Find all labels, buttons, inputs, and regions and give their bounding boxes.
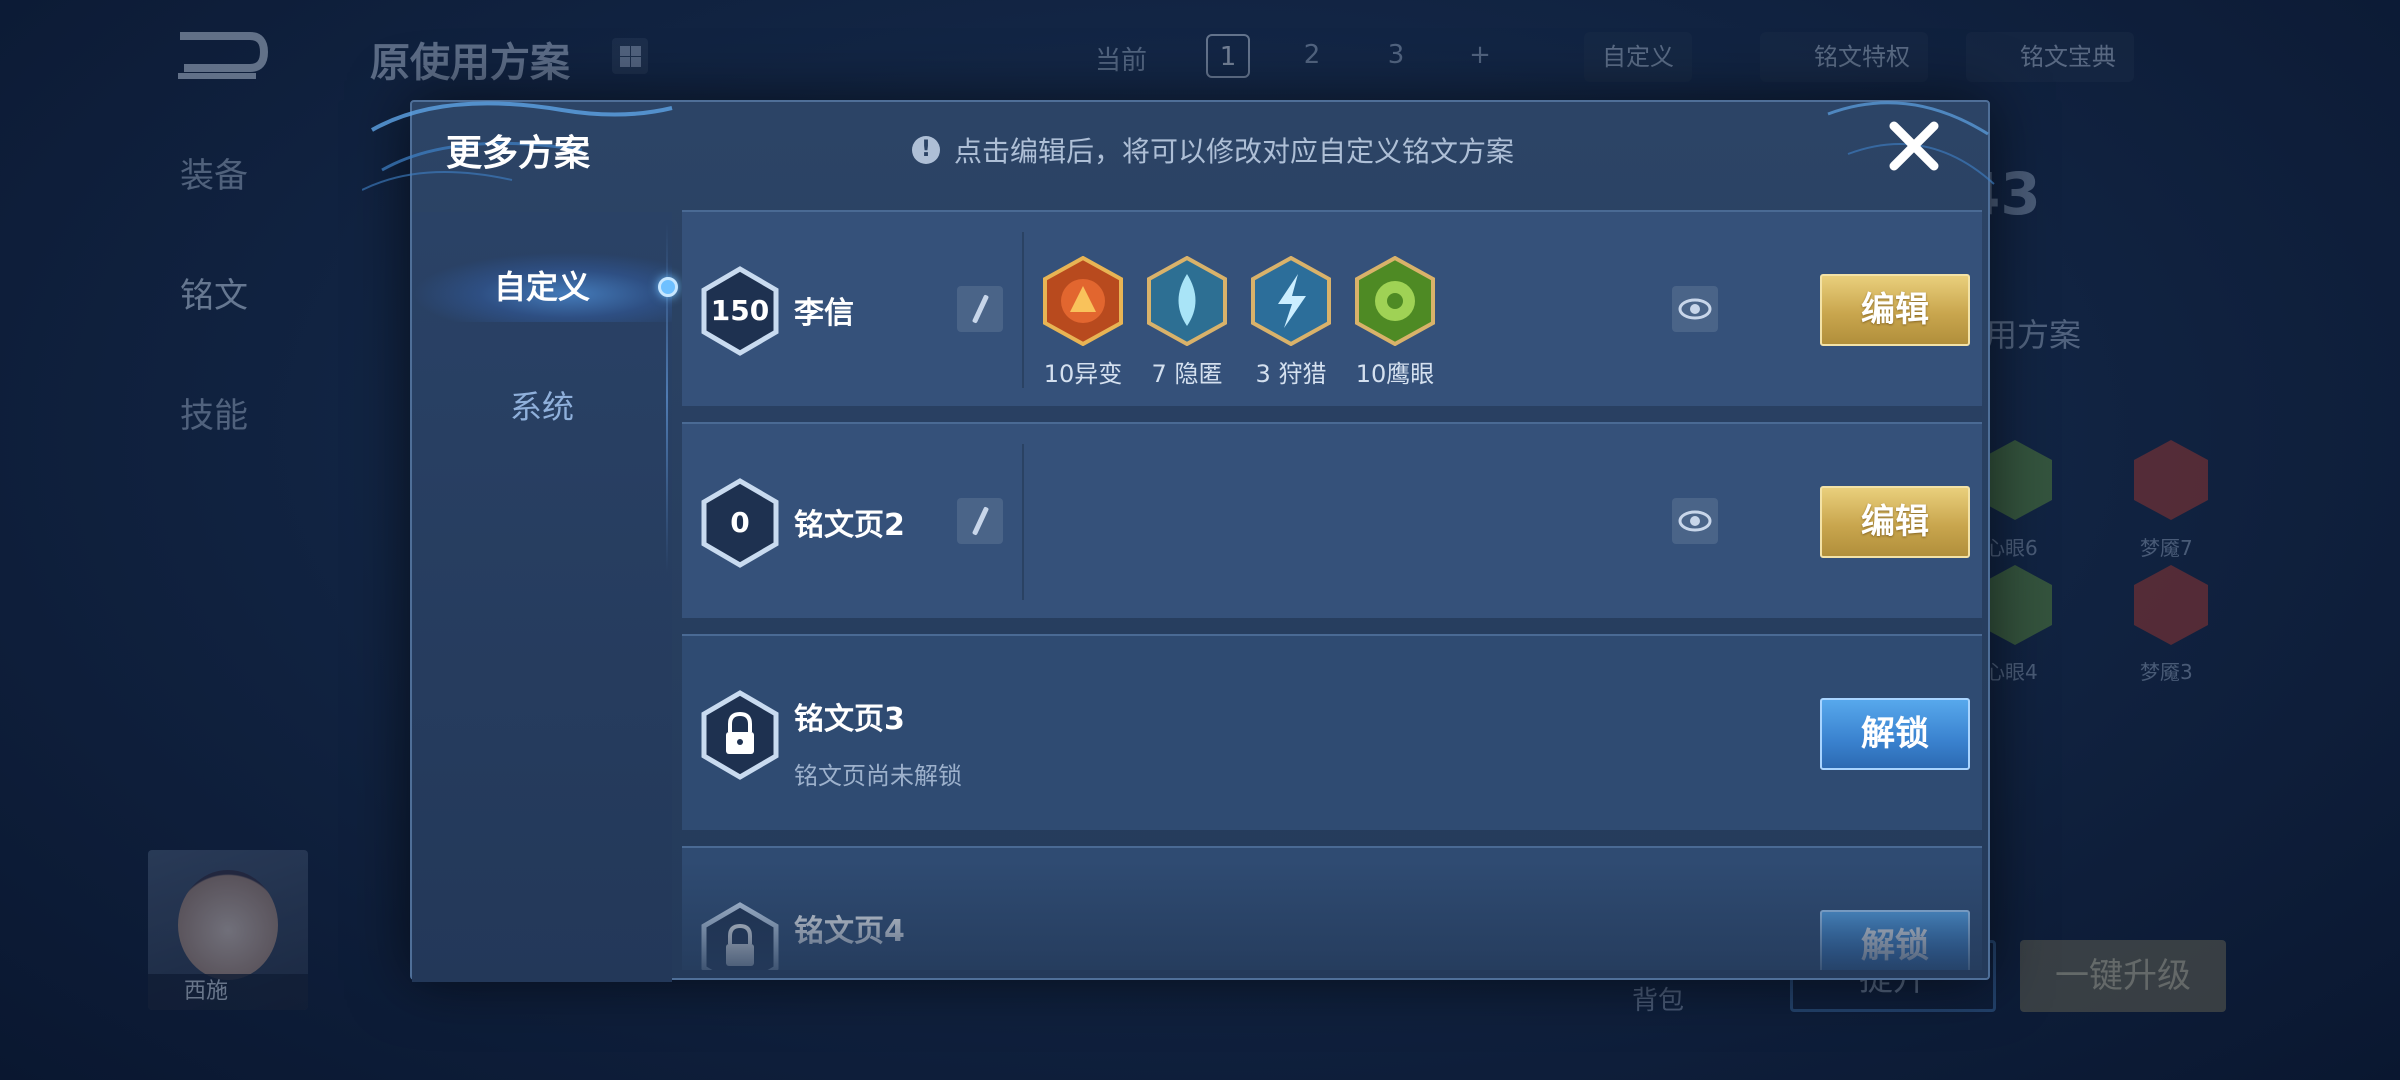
close-button[interactable]: [1884, 116, 1944, 176]
rune-level-badge: 150: [700, 266, 780, 356]
gem-label: 梦魇3: [2140, 660, 2193, 684]
tab-system[interactable]: 系统: [412, 372, 672, 442]
handbook-button[interactable]: 铭文宝典: [1966, 32, 2134, 82]
close-icon: [1889, 121, 1939, 171]
lock-icon: [701, 690, 779, 780]
hero-portrait: [178, 870, 278, 980]
gem-label: 梦魇7: [2140, 536, 2193, 560]
rune-label: 10鹰眼: [1355, 360, 1435, 388]
privilege-button[interactable]: 铭文特权: [1760, 32, 1928, 82]
rune-slot: 7 隐匿: [1142, 255, 1232, 389]
tab-divider: [666, 222, 668, 572]
side-item-equipment[interactable]: 装备: [180, 148, 248, 197]
rune-slot: 10鹰眼: [1350, 255, 1440, 389]
preview-eye-icon[interactable]: [1672, 498, 1718, 544]
lock-icon: [701, 902, 779, 970]
tab-custom[interactable]: 自定义: [412, 252, 672, 322]
hint-text: 点击编辑后，将可以修改对应自定义铭文方案: [954, 135, 1515, 168]
plan-name: 铭文页4: [794, 914, 905, 949]
rune-label: 3 狩猎: [1255, 360, 1327, 388]
lock-badge: [700, 690, 780, 780]
rune-label: 7 隐匿: [1151, 360, 1223, 388]
hero-name: 西施: [148, 974, 308, 1010]
gem-label: 心眼4: [1985, 660, 2038, 684]
blue-rune-icon: [1147, 255, 1227, 347]
one-click-upgrade-button[interactable]: 一键升级: [2020, 940, 2226, 1012]
custom-button[interactable]: 自定义: [1584, 32, 1692, 82]
plan-type-tabs: 自定义 系统: [412, 212, 672, 982]
rune-level-value: 150: [710, 294, 770, 327]
red-rune-icon: [1043, 255, 1123, 347]
green-rune-icon: [1355, 255, 1435, 347]
rune-slot: 10异变: [1038, 255, 1128, 389]
page-1-button[interactable]: 1: [1206, 34, 1250, 78]
side-item-runes[interactable]: 铭文: [180, 268, 248, 317]
plan-list: 150 李信 10异变 7 隐匿 3 狩猎 10鹰眼 编辑 0 铭文页2 编辑 …: [682, 210, 1982, 970]
rename-pen-icon[interactable]: [957, 286, 1003, 332]
edit-button[interactable]: 编辑: [1820, 274, 1970, 346]
gem-label: 心眼6: [1985, 536, 2038, 560]
row-divider: [1022, 232, 1024, 388]
back-arrow-icon[interactable]: [170, 28, 270, 84]
privilege-label: 铭文特权: [1814, 43, 1910, 71]
unlock-button[interactable]: 解锁: [1820, 698, 1970, 770]
plan-row: 铭文页4 解锁: [682, 846, 1982, 970]
lightning-rune-icon: [1251, 255, 1331, 347]
row-divider: [1022, 444, 1024, 600]
plan-row: 150 李信 10异变 7 隐匿 3 狩猎 10鹰眼 编辑: [682, 210, 1982, 406]
current-page-label: 当前: [1095, 46, 1148, 76]
dialog-title: 更多方案: [446, 133, 591, 174]
page-3-button[interactable]: 3: [1374, 34, 1418, 78]
handbook-label: 铭文宝典: [2020, 43, 2116, 71]
info-icon: !: [912, 136, 940, 164]
rename-pen-icon[interactable]: [957, 498, 1003, 544]
hero-avatar[interactable]: 西施: [148, 850, 308, 1010]
plan-row: 铭文页3 铭文页尚未解锁 解锁: [682, 634, 1982, 830]
rune-slot: 3 狩猎: [1246, 255, 1336, 389]
active-tab-indicator: [658, 277, 678, 297]
page-2-button[interactable]: 2: [1290, 34, 1334, 78]
plan-name: 铭文页3: [794, 702, 905, 737]
unlock-button[interactable]: 解锁: [1820, 910, 1970, 970]
bag-label[interactable]: 背包: [1632, 980, 1684, 1017]
gem-icon: [2134, 565, 2208, 645]
more-plans-dialog: 更多方案 ! 点击编辑后，将可以修改对应自定义铭文方案 自定义 系统 150 李…: [362, 100, 1995, 982]
plan-name: 铭文页2: [794, 508, 905, 543]
preview-eye-icon[interactable]: [1672, 286, 1718, 332]
rune-level-value: 0: [730, 506, 750, 539]
gem-icon: [2134, 440, 2208, 520]
grid-icon[interactable]: [612, 38, 648, 74]
background-plan-label: 用方案: [1985, 316, 2082, 354]
rune-label: 10异变: [1043, 360, 1123, 388]
plan-name: 李信: [794, 296, 854, 331]
plan-row: 0 铭文页2 编辑: [682, 422, 1982, 618]
hint-text-row: ! 点击编辑后，将可以修改对应自定义铭文方案: [912, 130, 1514, 170]
lock-badge: [700, 902, 780, 970]
add-page-button[interactable]: +: [1458, 34, 1502, 78]
locked-subtitle: 铭文页尚未解锁: [794, 762, 962, 790]
rune-level-badge: 0: [700, 478, 780, 568]
side-item-skills[interactable]: 技能: [180, 388, 248, 437]
background-title: 原使用方案: [370, 40, 570, 86]
edit-button[interactable]: 编辑: [1820, 486, 1970, 558]
